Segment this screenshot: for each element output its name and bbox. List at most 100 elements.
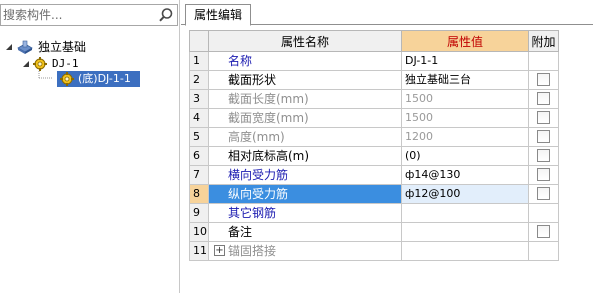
property-row[interactable]: 9 其它钢筋 [189,204,589,223]
tree-node-dj-1[interactable]: DJ-1 [0,56,178,72]
gear-component-icon [33,57,47,71]
property-value-cell[interactable] [402,204,529,223]
property-name-text: 截面形状 [228,73,277,87]
extra-checkbox[interactable] [537,111,550,124]
property-row[interactable]: 2 截面形状 独立基础三台 [189,71,589,90]
property-name-cell[interactable]: 相对底标高(m) [209,147,402,166]
extra-checkbox[interactable] [537,73,550,86]
row-number: 2 [189,71,209,90]
property-value-text: ф14@130 [405,168,461,181]
property-value-cell[interactable]: 1500 [402,90,529,109]
header-property-name[interactable]: 属性名称 [209,30,402,52]
property-value-cell[interactable]: 1200 [402,128,529,147]
row-number: 1 [189,52,209,71]
row-number: 11 [189,242,209,261]
property-grid: 属性名称 属性值 附加 1 名称 DJ-1-1 2 截面形状 独立基础三台 3 截面长度(mm… [189,30,589,293]
tab-bar: 属性编辑 [181,0,593,26]
search-box [0,4,178,26]
row-number: 6 [189,147,209,166]
row-number: 7 [189,166,209,185]
collapse-arrow-icon[interactable] [22,56,31,72]
property-value-text: 1500 [405,92,433,105]
extra-cell [529,166,559,185]
property-value-cell[interactable] [402,223,529,242]
tree-node-label: DJ-1 [52,57,79,70]
property-value-text: ф12@100 [405,187,461,200]
grid-header-row: 属性名称 属性值 附加 [189,30,589,52]
property-name-cell[interactable]: 其它钢筋 [209,204,402,223]
property-name-cell[interactable]: 截面宽度(mm) [209,109,402,128]
property-name-text: 纵向受力筋 [228,187,289,201]
property-row[interactable]: 6 相对底标高(m) (0) [189,147,589,166]
property-name-text: 截面宽度(mm) [228,111,309,125]
row-number: 4 [189,109,209,128]
property-name-cell[interactable]: 高度(mm) [209,128,402,147]
extra-cell [529,223,559,242]
foundation-category-icon [17,40,33,54]
extra-cell [529,52,559,71]
extra-checkbox[interactable] [537,187,550,200]
gear-component-icon [60,72,74,86]
property-name-text: 其它钢筋 [228,206,277,220]
component-tree-panel: 独立基础 DJ-1 (底)DJ-1-1 [0,0,180,293]
extra-cell [529,128,559,147]
tree-node-root[interactable]: 独立基础 [0,39,178,55]
property-value-cell[interactable]: ф12@100 [402,185,529,204]
property-row[interactable]: 1 名称 DJ-1-1 [189,52,589,71]
expand-plus-icon[interactable]: + [214,245,225,256]
property-value-cell[interactable]: 独立基础三台 [402,71,529,90]
extra-checkbox[interactable] [537,225,550,238]
property-value-cell[interactable]: (0) [402,147,529,166]
extra-cell [529,204,559,223]
tree-node-dj-1-1[interactable]: (底)DJ-1-1 [0,71,178,87]
property-name-text: 横向受力筋 [228,168,289,182]
row-number: 9 [189,204,209,223]
property-name-cell[interactable]: 纵向受力筋 [209,185,402,204]
row-number: 10 [189,223,209,242]
extra-checkbox[interactable] [537,168,550,181]
property-name-cell[interactable]: 截面形状 [209,71,402,90]
property-name-cell[interactable]: 横向受力筋 [209,166,402,185]
property-row[interactable]: 3 截面长度(mm) 1500 [189,90,589,109]
property-name-cell[interactable]: 截面长度(mm) [209,90,402,109]
property-row[interactable]: 8 纵向受力筋 ф12@100 [189,185,589,204]
tree-node-label: (底)DJ-1-1 [78,72,131,85]
property-value-text: 1200 [405,130,433,143]
property-name-text: 截面长度(mm) [228,92,309,106]
property-row[interactable]: 5 高度(mm) 1200 [189,128,589,147]
property-value-text: 独立基础三台 [405,73,471,86]
extra-cell [529,71,559,90]
tab-property-edit[interactable]: 属性编辑 [185,4,251,26]
row-number: 3 [189,90,209,109]
header-extra[interactable]: 附加 [529,30,559,52]
property-value-cell[interactable]: ф14@130 [402,166,529,185]
property-name-text: 备注 [228,225,253,239]
extra-checkbox[interactable] [537,92,550,105]
property-row[interactable]: 11 + 锚固搭接 [189,242,589,261]
row-number: 5 [189,128,209,147]
header-property-value[interactable]: 属性值 [402,30,529,52]
header-row-number [189,30,209,52]
property-name-cell[interactable]: + 锚固搭接 [209,242,402,261]
property-name-text: 名称 [228,54,253,68]
property-name-text: 相对底标高(m) [228,149,310,163]
property-value-text: (0) [405,149,421,162]
property-value-text: 1500 [405,111,433,124]
collapse-arrow-icon[interactable] [5,39,14,55]
property-row[interactable]: 7 横向受力筋 ф14@130 [189,166,589,185]
extra-cell [529,90,559,109]
search-input[interactable] [1,5,153,25]
property-value-cell[interactable]: 1500 [402,109,529,128]
property-value-cell[interactable]: DJ-1-1 [402,52,529,71]
property-name-cell[interactable]: 备注 [209,223,402,242]
property-value-text: DJ-1-1 [405,54,439,67]
extra-checkbox[interactable] [537,149,550,162]
property-name-cell[interactable]: 名称 [209,52,402,71]
property-row[interactable]: 4 截面宽度(mm) 1500 [189,109,589,128]
extra-checkbox[interactable] [537,130,550,143]
property-row[interactable]: 10 备注 [189,223,589,242]
search-icon[interactable] [158,7,174,23]
property-name-text: 锚固搭接 [228,244,277,258]
row-number: 8 [189,185,209,204]
property-value-cell[interactable] [402,242,529,261]
